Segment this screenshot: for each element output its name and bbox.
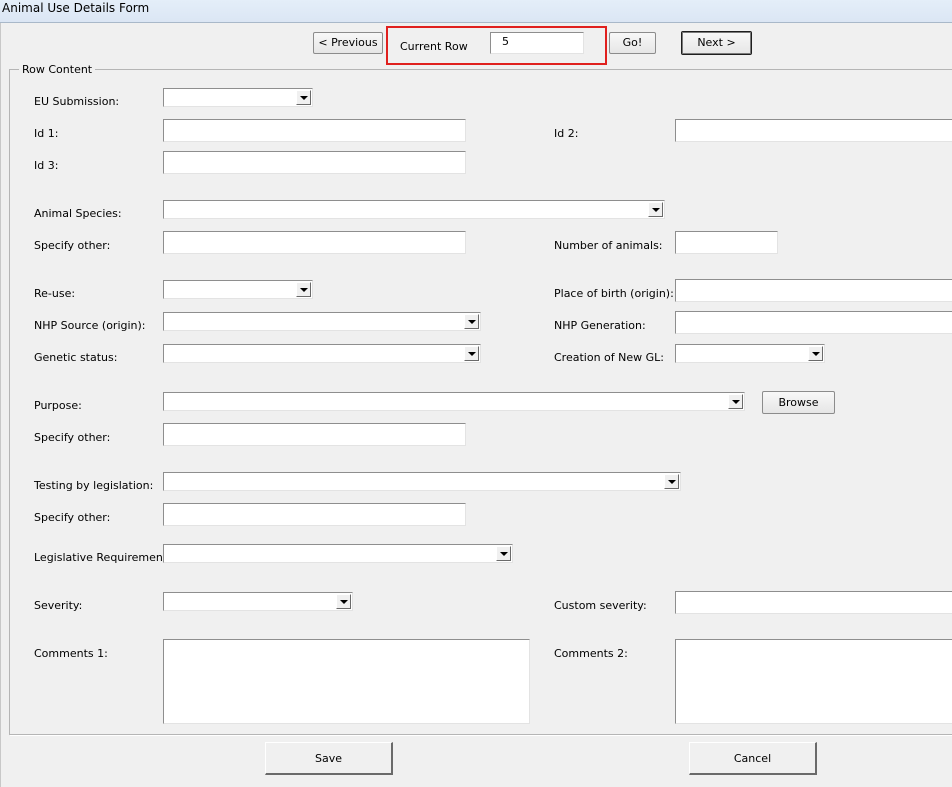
place-of-birth-label: Place of birth (origin): <box>554 287 674 300</box>
comments1-label: Comments 1: <box>34 647 108 660</box>
chevron-down-icon[interactable] <box>336 594 351 609</box>
place-of-birth-field[interactable] <box>675 279 952 302</box>
purpose-other-label: Specify other: <box>34 431 111 444</box>
previous-button[interactable]: < Previous <box>313 32 383 54</box>
number-of-animals-label: Number of animals: <box>554 239 663 252</box>
genetic-status-label: Genetic status: <box>34 351 118 364</box>
purpose-other-field[interactable] <box>163 423 466 446</box>
creation-new-gl-dropdown[interactable] <box>675 344 825 363</box>
nhp-generation-field[interactable] <box>675 311 952 334</box>
animal-species-dropdown[interactable] <box>163 200 665 219</box>
legislative-requirements-dropdown[interactable] <box>163 544 513 563</box>
testing-by-legislation-dropdown[interactable] <box>163 472 681 491</box>
id3-label: Id 3: <box>34 159 59 172</box>
creation-new-gl-label: Creation of New GL: <box>554 351 664 364</box>
nhp-source-label: NHP Source (origin): <box>34 319 146 332</box>
custom-severity-label: Custom severity: <box>554 599 647 612</box>
number-of-animals-field[interactable] <box>675 231 778 254</box>
chevron-down-icon[interactable] <box>648 202 663 217</box>
comments2-textarea[interactable] <box>675 639 952 724</box>
species-other-label: Specify other: <box>34 239 111 252</box>
id1-label: Id 1: <box>34 127 59 140</box>
chevron-down-icon[interactable] <box>296 90 311 105</box>
testing-by-legislation-label: Testing by legislation: <box>34 479 154 492</box>
cancel-button[interactable]: Cancel <box>689 742 817 775</box>
chevron-down-icon[interactable] <box>496 546 511 561</box>
eu-submission-label: EU Submission: <box>34 95 120 108</box>
comments2-label: Comments 2: <box>554 647 628 660</box>
nhp-generation-label: NHP Generation: <box>554 319 646 332</box>
eu-submission-dropdown[interactable] <box>163 88 313 107</box>
chevron-down-icon[interactable] <box>728 394 743 409</box>
severity-label: Severity: <box>34 599 83 612</box>
reuse-label: Re-use: <box>34 287 76 300</box>
window-title: Animal Use Details Form <box>2 1 150 15</box>
testing-other-field[interactable] <box>163 503 466 526</box>
severity-dropdown[interactable] <box>163 592 353 611</box>
chevron-down-icon[interactable] <box>296 282 311 297</box>
species-other-field[interactable] <box>163 231 466 254</box>
reuse-dropdown[interactable] <box>163 280 313 299</box>
nhp-source-dropdown[interactable] <box>163 312 481 331</box>
chevron-down-icon[interactable] <box>664 474 679 489</box>
save-button[interactable]: Save <box>265 742 393 775</box>
chevron-down-icon[interactable] <box>464 314 479 329</box>
current-row-input[interactable]: 5 <box>490 32 584 54</box>
custom-severity-field[interactable] <box>675 591 952 614</box>
go-button[interactable]: Go! <box>609 32 656 54</box>
id3-field[interactable] <box>163 151 466 174</box>
comments1-textarea[interactable] <box>163 639 530 724</box>
purpose-label: Purpose: <box>34 399 82 412</box>
animal-species-label: Animal Species: <box>34 207 122 220</box>
current-row-label: Current Row <box>400 40 468 53</box>
chevron-down-icon[interactable] <box>464 346 479 361</box>
testing-other-label: Specify other: <box>34 511 111 524</box>
id2-label: Id 2: <box>554 127 579 140</box>
browse-button[interactable]: Browse <box>762 391 835 414</box>
row-content-legend: Row Content <box>19 63 96 76</box>
purpose-dropdown[interactable] <box>163 392 745 411</box>
id1-field[interactable] <box>163 119 466 142</box>
title-bar: Animal Use Details Form <box>0 0 952 23</box>
next-button[interactable]: Next > <box>681 31 752 55</box>
id2-field[interactable] <box>675 119 952 142</box>
chevron-down-icon[interactable] <box>808 346 823 361</box>
genetic-status-dropdown[interactable] <box>163 344 481 363</box>
legislative-requirements-label: Legislative Requirements: <box>34 551 177 564</box>
